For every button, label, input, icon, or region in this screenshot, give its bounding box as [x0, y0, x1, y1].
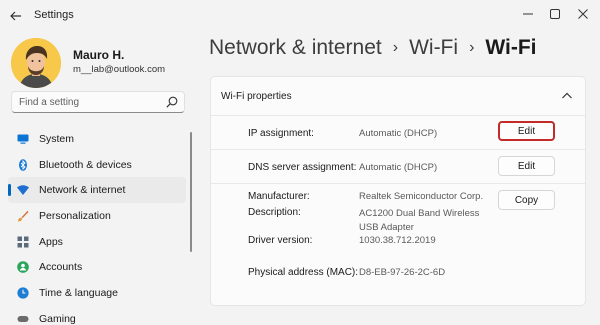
- breadcrumb: Network & internet › Wi-Fi › Wi-Fi: [209, 36, 537, 60]
- breadcrumb-separator: ›: [392, 39, 399, 56]
- driver-version-value: 1030.38.712.2019: [359, 235, 436, 246]
- app-title: Settings: [34, 9, 74, 21]
- ip-assignment-label: IP assignment:: [248, 128, 314, 139]
- apps-icon: [17, 236, 29, 248]
- back-button[interactable]: [6, 7, 26, 25]
- sidebar-item-apps[interactable]: Apps: [8, 229, 186, 255]
- description-value: AC1200 Dual Band Wireless USB Adapter: [359, 208, 480, 233]
- sidebar-scrollbar[interactable]: [190, 132, 192, 252]
- gaming-icon: [17, 315, 29, 322]
- sidebar-item-accounts[interactable]: Accounts: [8, 254, 186, 280]
- wifi-properties-panel: Wi-Fi properties IP assignment: Automati…: [210, 76, 586, 306]
- maximize-icon: [550, 9, 560, 19]
- search-input[interactable]: [12, 93, 162, 111]
- search-icon[interactable]: [166, 96, 178, 108]
- sidebar-item-label: Personalization: [39, 209, 111, 222]
- sidebar-item-personalization[interactable]: Personalization: [8, 203, 186, 229]
- dns-edit-button[interactable]: Edit: [498, 156, 555, 176]
- sidebar-item-label: Time & language: [39, 286, 118, 299]
- driver-version-label: Driver version:: [248, 235, 313, 246]
- dns-assignment-row: DNS server assignment: Automatic (DHCP) …: [211, 150, 585, 184]
- manufacturer-label: Manufacturer:: [248, 191, 310, 202]
- sidebar-item-label: Network & internet: [39, 184, 126, 197]
- close-icon: [578, 9, 588, 19]
- sidebar-item-bluetooth[interactable]: Bluetooth & devices: [8, 152, 186, 178]
- panel-title: Wi-Fi properties: [221, 91, 292, 102]
- minimize-icon: [523, 13, 533, 15]
- mac-address-label: Physical address (MAC):: [248, 267, 359, 278]
- copy-button[interactable]: Copy: [498, 190, 555, 210]
- sidebar-item-label: Bluetooth & devices: [39, 158, 132, 171]
- close-button[interactable]: [572, 5, 594, 23]
- description-label: Description:: [248, 207, 301, 218]
- sidebar-item-label: Apps: [39, 235, 63, 248]
- system-icon: [17, 134, 29, 144]
- ip-edit-button[interactable]: Edit: [498, 121, 555, 141]
- dns-assignment-label: DNS server assignment:: [248, 162, 357, 173]
- maximize-button[interactable]: [544, 5, 566, 23]
- ip-assignment-row: IP assignment: Automatic (DHCP) Edit: [211, 116, 585, 150]
- sidebar-item-label: Accounts: [39, 261, 83, 274]
- user-avatar-icon: [11, 38, 61, 88]
- ip-assignment-value: Automatic (DHCP): [359, 128, 438, 139]
- page-title: Wi-Fi: [485, 36, 537, 59]
- sidebar-item-label: System: [39, 132, 75, 145]
- accounts-icon: [17, 261, 29, 274]
- chevron-up-icon[interactable]: [561, 91, 573, 101]
- sidebar-item-gaming[interactable]: Gaming: [8, 306, 186, 325]
- dns-assignment-value: Automatic (DHCP): [359, 162, 438, 173]
- brush-icon: [18, 210, 29, 222]
- user-name: Mauro H.: [73, 48, 125, 62]
- globe-clock-icon: [17, 287, 29, 299]
- title-bar: Settings: [0, 0, 600, 32]
- manufacturer-value: Realtek Semiconductor Corp.: [359, 191, 484, 202]
- back-arrow-icon: [10, 11, 21, 21]
- mac-address-value: D8-EB-97-26-2C-6D: [359, 267, 446, 278]
- sidebar-nav: System Bluetooth & devices Network & int…: [8, 126, 186, 325]
- avatar[interactable]: [11, 38, 61, 88]
- breadcrumb-wifi[interactable]: Wi-Fi: [409, 36, 458, 60]
- sidebar-item-network-internet[interactable]: Network & internet: [8, 177, 186, 204]
- user-email: m__lab@outlook.com: [73, 64, 166, 75]
- bluetooth-icon: [19, 158, 27, 171]
- breadcrumb-network-internet[interactable]: Network & internet: [209, 36, 382, 60]
- breadcrumb-separator: ›: [469, 39, 475, 56]
- sidebar-item-system[interactable]: System: [8, 126, 186, 152]
- sidebar-item-time-language[interactable]: Time & language: [8, 280, 186, 306]
- minimize-button[interactable]: [517, 5, 539, 23]
- sidebar-item-label: Gaming: [39, 312, 76, 325]
- wifi-icon: [17, 185, 29, 196]
- wifi-properties-header[interactable]: Wi-Fi properties: [211, 77, 585, 116]
- search-box[interactable]: [11, 91, 185, 113]
